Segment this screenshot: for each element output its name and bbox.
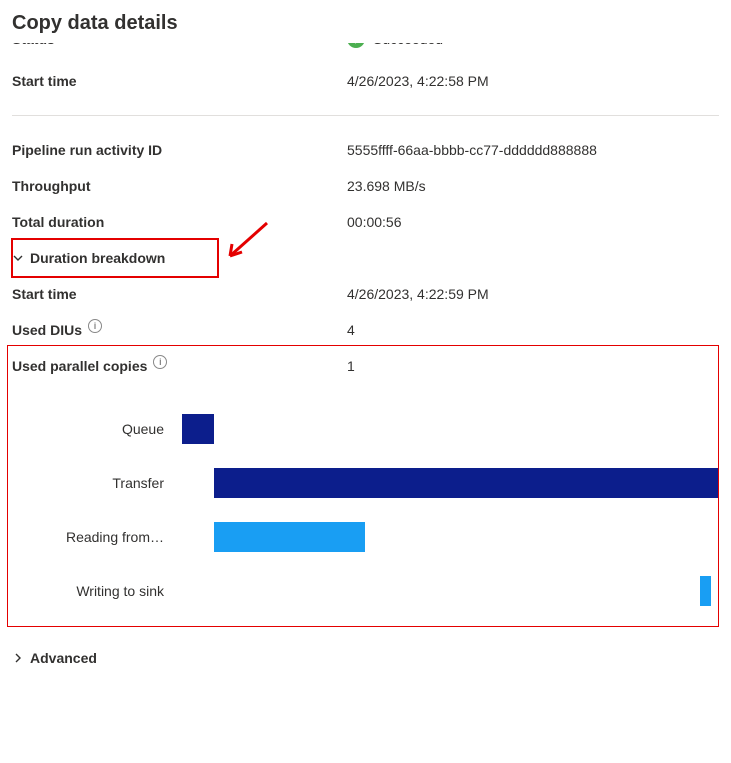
status-text: Succeeded [373, 43, 443, 47]
chart-bar-transfer [214, 468, 719, 498]
throughput-value: 23.698 MB/s [347, 178, 719, 194]
used-dius-value: 4 [347, 322, 719, 338]
section-divider [12, 115, 719, 116]
status-row: Status Succeeded [12, 43, 719, 63]
chart-label-writing: Writing to sink [12, 583, 182, 599]
chart-row-writing: Writing to sink [12, 564, 719, 618]
total-duration-label: Total duration [12, 214, 347, 230]
start-time-row: Start time 4/26/2023, 4:22:58 PM [12, 63, 719, 99]
highlighted-section: Used parallel copies i 1 Queue Transfer … [12, 348, 719, 618]
advanced-label: Advanced [30, 650, 97, 666]
start-time-label: Start time [12, 73, 347, 89]
bd-start-time-label: Start time [12, 286, 347, 302]
chart-row-reading: Reading from… [12, 510, 719, 564]
info-icon[interactable]: i [153, 355, 167, 369]
chart-bar-writing [700, 576, 711, 606]
status-value: Succeeded [347, 43, 719, 48]
duration-breakdown-expander[interactable]: Duration breakdown [12, 250, 165, 266]
start-time-value: 4/26/2023, 4:22:58 PM [347, 73, 719, 89]
advanced-row: Advanced [12, 640, 719, 676]
success-check-icon [347, 43, 365, 48]
chevron-down-icon [12, 252, 24, 264]
total-duration-value: 00:00:56 [347, 214, 719, 230]
chart-label-reading: Reading from… [12, 529, 182, 545]
duration-breakdown-row: Duration breakdown [12, 240, 719, 276]
chart-row-queue: Queue [12, 402, 719, 456]
pipeline-id-label: Pipeline run activity ID [12, 142, 347, 158]
used-dius-row: Used DIUs i 4 [12, 312, 719, 348]
pipeline-id-row: Pipeline run activity ID 5555ffff-66aa-b… [12, 132, 719, 168]
used-parallel-row: Used parallel copies i 1 [12, 348, 719, 384]
throughput-row: Throughput 23.698 MB/s [12, 168, 719, 204]
panel-title: Copy data details [12, 12, 719, 35]
bd-start-time-value: 4/26/2023, 4:22:59 PM [347, 286, 719, 302]
chevron-right-icon [12, 652, 24, 664]
used-parallel-label: Used parallel copies i [12, 358, 347, 374]
chart-label-queue: Queue [12, 421, 182, 437]
chart-row-transfer: Transfer [12, 456, 719, 510]
duration-breakdown-label: Duration breakdown [30, 250, 165, 266]
chart-label-transfer: Transfer [12, 475, 182, 491]
bd-start-time-row: Start time 4/26/2023, 4:22:59 PM [12, 276, 719, 312]
duration-breakdown-chart: Queue Transfer Reading from… Writing to … [12, 402, 719, 618]
copy-data-details-panel: Copy data details Status Succeeded Start… [12, 12, 719, 676]
status-label: Status [12, 43, 347, 47]
chart-bar-queue [182, 414, 214, 444]
used-parallel-value: 1 [347, 358, 719, 374]
throughput-label: Throughput [12, 178, 347, 194]
chart-bar-reading [214, 522, 364, 552]
advanced-expander[interactable]: Advanced [12, 650, 97, 666]
total-duration-row: Total duration 00:00:56 [12, 204, 719, 240]
pipeline-id-value: 5555ffff-66aa-bbbb-cc77-dddddd888888 [347, 142, 719, 158]
info-icon[interactable]: i [88, 319, 102, 333]
used-dius-label: Used DIUs i [12, 322, 347, 338]
